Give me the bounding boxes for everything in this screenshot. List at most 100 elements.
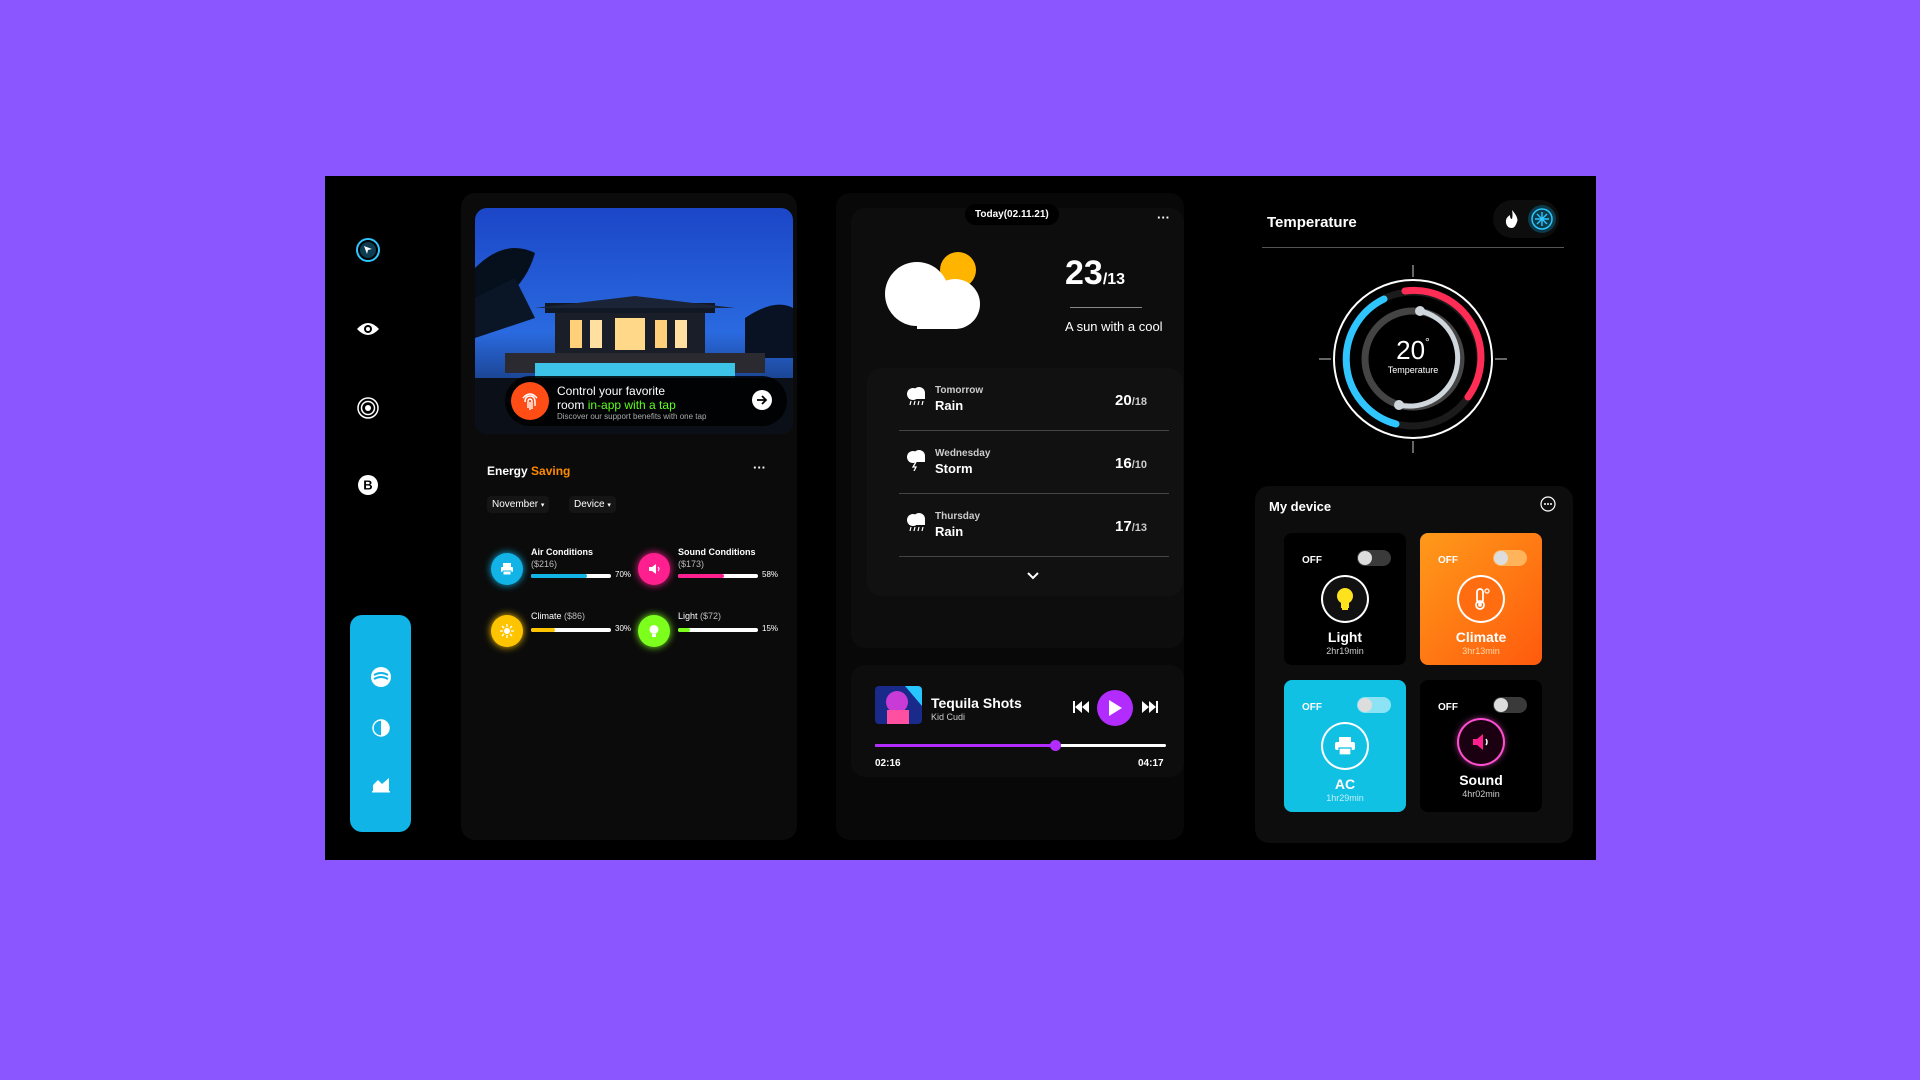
device-card-sound[interactable]: OFF Sound 4hr02min: [1420, 680, 1542, 812]
temp-divider: [1070, 307, 1142, 308]
energy-progress-fill: [678, 574, 725, 578]
forecast-row[interactable]: Tomorrow Rain 20/18: [899, 368, 1169, 431]
weather-description: A sun with a cool: [1065, 319, 1163, 334]
toggle-knob: [1358, 551, 1372, 565]
device-state: OFF: [1302, 702, 1322, 713]
temperature-dial[interactable]: 20° Temperature: [1317, 263, 1509, 460]
my-device-card: My device OFF Light 2hr19min OFF Climate…: [1255, 486, 1573, 843]
track-progress-thumb[interactable]: [1050, 740, 1062, 751]
track-progress-fill: [875, 744, 1056, 747]
ac-toggle[interactable]: [1357, 697, 1391, 713]
energy-item-name: Sound Conditions: [678, 547, 756, 557]
energy-title-main: Energy: [487, 464, 528, 478]
energy-item-cost: ($86): [564, 611, 586, 621]
forecast-temp: 17/13: [1115, 518, 1147, 535]
energy-progress-fill: [678, 628, 690, 632]
chevron-down-icon[interactable]: [1026, 568, 1040, 586]
device-state: OFF: [1438, 555, 1458, 566]
play-icon: [1109, 700, 1122, 716]
energy-title: Energy Saving: [487, 464, 570, 478]
energy-progress-bar: [678, 628, 758, 632]
hero-subtext: Discover our support benefits with one t…: [557, 412, 707, 421]
next-track-icon[interactable]: [1142, 700, 1158, 718]
energy-menu-button[interactable]: ···: [753, 460, 766, 475]
svg-text:B: B: [363, 478, 372, 493]
temperature-title: Temperature: [1267, 214, 1357, 231]
device-card-light[interactable]: OFF Light 2hr19min: [1284, 533, 1406, 665]
forecast-day: Thursday: [935, 511, 981, 522]
energy-progress-bar: [531, 574, 611, 578]
forecast-condition: Rain: [935, 524, 964, 539]
device-time: 4hr02min: [1462, 789, 1500, 799]
arrow-right-icon[interactable]: [752, 390, 772, 410]
snowflake-icon[interactable]: [1528, 205, 1556, 233]
forecast-row[interactable]: Thursday Rain 17/13: [899, 494, 1169, 557]
chevron-down-icon: ▾: [607, 502, 611, 509]
music-player: Tequila Shots Kid Cudi 02:16 04:17: [851, 665, 1184, 777]
flame-icon[interactable]: [1500, 207, 1524, 231]
device-state: OFF: [1302, 555, 1322, 566]
energy-item-name: Climate: [531, 611, 562, 621]
bitcoin-icon[interactable]: B: [355, 472, 381, 498]
play-button[interactable]: [1097, 690, 1133, 726]
hero-line2: room in-app with a tap: [557, 398, 676, 412]
toggle-knob: [1494, 698, 1508, 712]
forecast-row[interactable]: Wednesday Storm 16/10: [899, 431, 1169, 494]
forecast-high: 17: [1115, 518, 1132, 535]
energy-item-cost: ($173): [678, 559, 705, 569]
energy-title-accent: Saving: [531, 464, 571, 478]
compass-icon[interactable]: [355, 237, 381, 263]
forecast-low: /18: [1131, 396, 1147, 408]
device-card-ac[interactable]: OFF AC 1hr29min: [1284, 680, 1406, 812]
weather-temp: 23/13: [1065, 254, 1125, 293]
forecast-card: Tomorrow Rain 20/18 Wednesday Storm 16/1…: [867, 368, 1183, 596]
sun-icon: [491, 615, 523, 647]
speaker-icon: [1459, 720, 1503, 764]
weather-temp-high: 23: [1065, 254, 1103, 292]
eye-icon[interactable]: [355, 316, 381, 342]
more-options-icon[interactable]: [1540, 496, 1556, 517]
climate-toggle[interactable]: [1493, 550, 1527, 566]
energy-item-percent: 58%: [762, 570, 779, 579]
hero-line1: Control your favorite: [557, 384, 666, 398]
hero-banner[interactable]: Control your favorite room in-app with a…: [505, 376, 787, 426]
temperature-label: Temperature: [1387, 365, 1439, 375]
device-card-climate[interactable]: OFF Climate 3hr13min: [1420, 533, 1542, 665]
storm-cloud-icon: [905, 449, 927, 476]
printer-icon: [1323, 724, 1367, 768]
weather-menu-button[interactable]: ···: [1157, 210, 1170, 225]
speaker-icon: [638, 553, 670, 585]
previous-track-icon[interactable]: [1073, 700, 1089, 718]
energy-item-percent: 15%: [762, 624, 779, 633]
device-dropdown[interactable]: Device ▾: [569, 496, 616, 513]
bulb-icon: [638, 615, 670, 647]
forecast-low: /13: [1131, 522, 1147, 534]
sidebar-quick-panel: [350, 615, 411, 832]
forecast-day: Tomorrow: [935, 385, 984, 396]
device-state: OFF: [1438, 702, 1458, 713]
target-icon[interactable]: [355, 395, 381, 421]
light-toggle[interactable]: [1357, 550, 1391, 566]
printer-icon: [491, 553, 523, 585]
toggle-knob: [1494, 551, 1508, 565]
bulb-icon: [1323, 577, 1367, 621]
month-dropdown[interactable]: November ▾: [487, 496, 550, 513]
energy-item-label: Climate ($86): [531, 611, 585, 621]
dashboard-app: B Control your favorite room in-app with…: [325, 176, 1596, 860]
rain-cloud-icon: [905, 386, 927, 411]
sound-toggle[interactable]: [1493, 697, 1527, 713]
chevron-down-icon: ▾: [540, 502, 545, 509]
contrast-icon[interactable]: [369, 716, 393, 740]
hero-line2-accent: in-app with a tap: [587, 398, 676, 412]
album-art: [875, 686, 922, 724]
energy-progress-bar: [678, 574, 758, 578]
track-total: 04:17: [1138, 758, 1164, 769]
energy-progress-fill: [531, 574, 587, 578]
forecast-high: 16: [1115, 455, 1132, 472]
forecast-day: Wednesday: [935, 448, 991, 459]
chart-area-icon[interactable]: [369, 772, 393, 796]
wind-icon[interactable]: [369, 665, 393, 689]
device-name: Sound: [1459, 772, 1503, 788]
device-name: AC: [1334, 776, 1356, 792]
track-progress-bar[interactable]: [875, 740, 1166, 751]
